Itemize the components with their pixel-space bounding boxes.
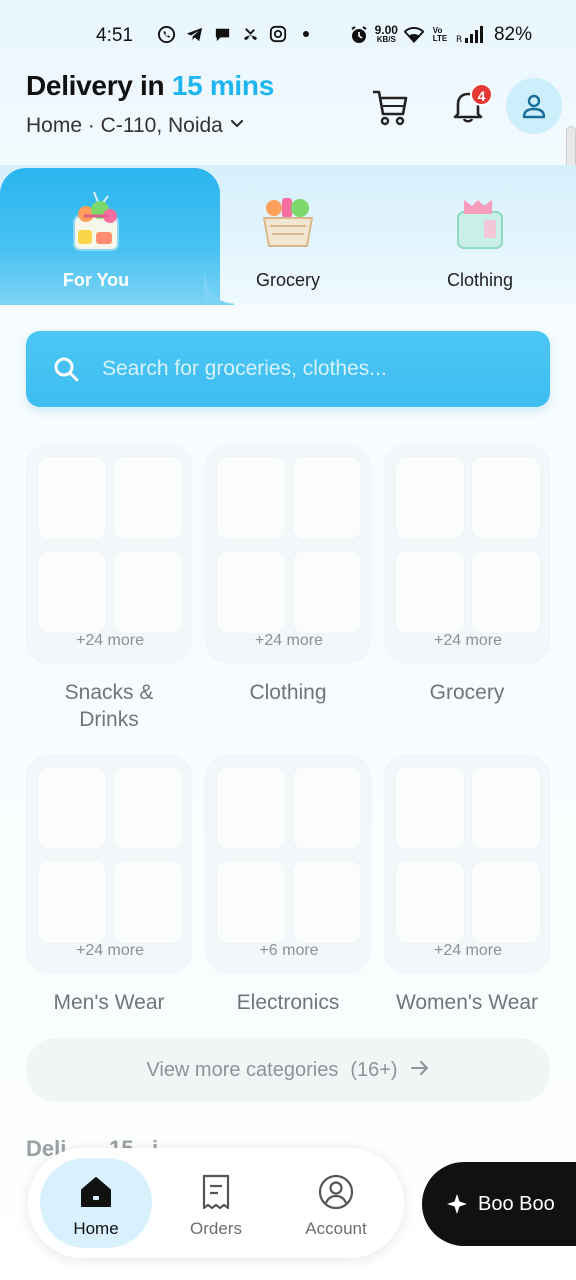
user-icon bbox=[522, 94, 546, 119]
nav-label: Home bbox=[73, 1219, 119, 1238]
more-count: +24 more bbox=[75, 632, 145, 649]
category-image-grid: +24 more bbox=[384, 445, 550, 663]
boo-boo-assistant-button[interactable]: Boo Boo bbox=[422, 1162, 576, 1246]
delivery-eta-title: Delivery in 15 mins bbox=[26, 70, 274, 102]
tab-for-you[interactable]: For You bbox=[0, 180, 192, 305]
status-bar: 4:51 9.00 KB/S Vo LTE R 82% bbox=[0, 0, 576, 70]
category-name: Snacks & Drinks bbox=[64, 681, 154, 731]
alarm-icon bbox=[349, 25, 369, 45]
more-dot-icon bbox=[296, 24, 316, 44]
category-image-grid: +6 more bbox=[205, 755, 371, 973]
wifi-icon bbox=[403, 25, 424, 45]
instagram-icon bbox=[268, 24, 288, 44]
nav-account[interactable]: Account bbox=[281, 1158, 391, 1248]
chat-bubble-icon bbox=[212, 24, 232, 44]
category-card-snacks-drinks[interactable]: +24 more Snacks & Drinks bbox=[26, 445, 192, 733]
category-card-electronics[interactable]: +6 more Electronics bbox=[205, 755, 371, 1016]
tab-label: Clothing bbox=[446, 270, 514, 290]
nav-orders[interactable]: Orders bbox=[161, 1158, 271, 1248]
home-icon bbox=[81, 1177, 111, 1207]
telegram-icon bbox=[184, 24, 204, 44]
category-name: Women's Wear bbox=[395, 991, 539, 1014]
view-more-count: (16+) bbox=[350, 1058, 398, 1081]
search-icon bbox=[54, 357, 79, 382]
category-image-grid: +24 more bbox=[26, 755, 192, 973]
nav-label: Orders bbox=[190, 1219, 242, 1238]
tab-grocery[interactable]: Grocery bbox=[192, 180, 384, 305]
more-count: +6 more bbox=[259, 942, 319, 959]
nav-home[interactable]: Home bbox=[40, 1158, 152, 1248]
missed-call-icon bbox=[240, 24, 260, 44]
more-count: +24 more bbox=[75, 942, 145, 959]
cart-button[interactable] bbox=[370, 88, 410, 128]
svg-text:R: R bbox=[456, 35, 462, 44]
chevron-down-icon bbox=[229, 114, 245, 138]
receipt-icon bbox=[202, 1174, 230, 1210]
category-name: Clothing bbox=[249, 681, 327, 704]
gift-box-icon bbox=[64, 190, 128, 254]
more-count: +24 more bbox=[254, 632, 324, 649]
tab-label: For You bbox=[62, 270, 130, 290]
address-selector[interactable]: Home · C-110, Noida bbox=[26, 114, 245, 138]
category-card-clothing[interactable]: +24 more Clothing bbox=[205, 445, 371, 706]
more-count: +24 more bbox=[433, 942, 503, 959]
view-more-categories-button[interactable]: View more categories (16+) bbox=[26, 1038, 550, 1102]
search-input[interactable] bbox=[102, 357, 522, 381]
clothing-bag-icon bbox=[448, 190, 512, 254]
tab-label: Grocery bbox=[255, 270, 320, 290]
volte-icon: Vo LTE bbox=[432, 26, 448, 43]
boo-boo-label: Boo Boo bbox=[478, 1192, 555, 1215]
profile-button[interactable] bbox=[506, 78, 562, 134]
account-icon bbox=[318, 1174, 354, 1210]
view-more-label: View more categories bbox=[146, 1058, 339, 1081]
more-count: +24 more bbox=[433, 632, 503, 649]
category-card-mens-wear[interactable]: +24 more Men's Wear bbox=[26, 755, 192, 1016]
category-image-grid: +24 more bbox=[26, 445, 192, 663]
category-image-grid: +24 more bbox=[205, 445, 371, 663]
sparkle-icon bbox=[447, 1194, 467, 1214]
bottom-navigation: Home Orders Account bbox=[28, 1148, 404, 1258]
arrow-right-icon bbox=[410, 1059, 430, 1082]
category-card-grocery[interactable]: +24 more Grocery bbox=[384, 445, 550, 706]
delivery-prefix: Delivery in bbox=[26, 70, 172, 101]
category-name: Grocery bbox=[429, 681, 505, 704]
nav-label: Account bbox=[305, 1219, 367, 1238]
battery-level: 82% bbox=[493, 24, 532, 45]
status-notification-icons bbox=[156, 24, 316, 44]
search-bar[interactable] bbox=[26, 331, 550, 407]
category-card-womens-wear[interactable]: +24 more Women's Wear bbox=[384, 755, 550, 1016]
category-name: Men's Wear bbox=[53, 991, 165, 1014]
network-speed: 9.00 KB/S bbox=[374, 23, 398, 44]
category-name: Electronics bbox=[236, 991, 340, 1014]
tab-clothing[interactable]: Clothing bbox=[384, 180, 576, 305]
address-label: Home · C-110, Noida bbox=[26, 114, 223, 137]
grocery-basket-icon bbox=[256, 190, 320, 254]
status-system-icons: 9.00 KB/S Vo LTE R 82% bbox=[349, 24, 532, 46]
whatsapp-icon bbox=[156, 24, 176, 44]
status-time: 4:51 bbox=[96, 25, 133, 46]
category-image-grid: +24 more bbox=[384, 755, 550, 973]
cart-icon bbox=[373, 90, 408, 126]
delivery-time: 15 mins bbox=[171, 70, 274, 101]
signal-icon: R bbox=[456, 25, 484, 45]
notification-count-badge: 4 bbox=[470, 83, 493, 106]
